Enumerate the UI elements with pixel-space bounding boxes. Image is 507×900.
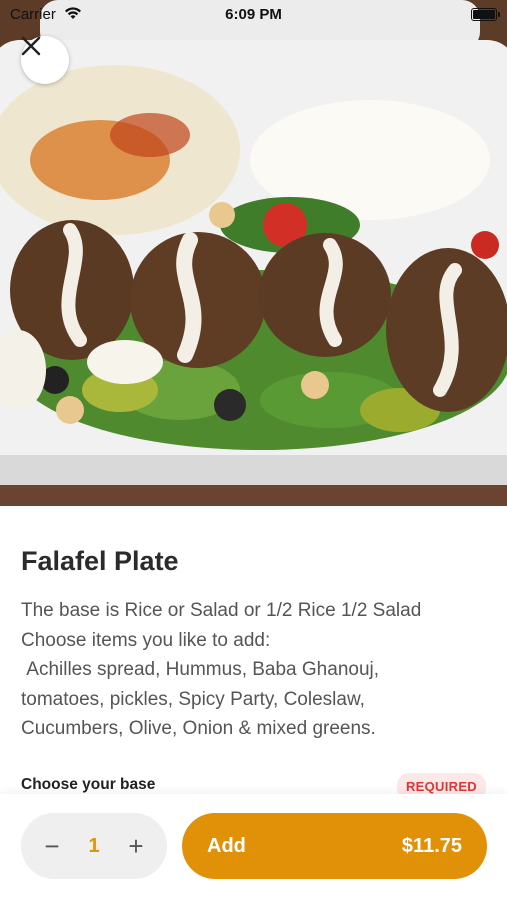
add-button-label: Add	[207, 835, 246, 857]
bottom-bar: − 1 + Add $11.75	[0, 794, 507, 900]
status-time: 6:09 PM	[225, 6, 282, 23]
item-description: The base is Rice or Salad or 1/2 Rice 1/…	[21, 600, 422, 739]
food-image: Carrier 6:09 PM	[0, 0, 507, 506]
close-icon	[21, 36, 41, 56]
status-bar: Carrier 6:09 PM	[0, 0, 507, 30]
battery-icon	[471, 8, 500, 21]
item-title: Falafel Plate	[21, 546, 179, 576]
quantity-stepper: − 1 +	[21, 813, 167, 879]
decrease-quantity-button[interactable]: −	[31, 813, 73, 879]
add-to-cart-button[interactable]: Add $11.75	[182, 813, 487, 879]
add-button-price: $11.75	[401, 835, 462, 857]
close-button[interactable]	[21, 36, 69, 84]
increase-quantity-button[interactable]: +	[115, 813, 157, 879]
option-section-label: Choose your base	[21, 776, 156, 793]
quantity-value: 1	[88, 834, 100, 857]
